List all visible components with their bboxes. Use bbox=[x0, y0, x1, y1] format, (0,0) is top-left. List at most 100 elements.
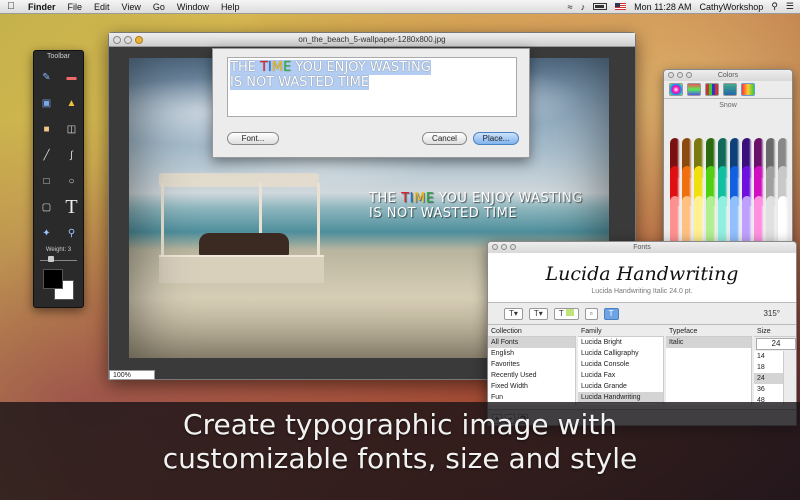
apple-menu-icon[interactable]:  bbox=[0, 1, 22, 12]
line-icon[interactable]: ╱ bbox=[34, 143, 59, 167]
fonts-window: Fonts Lucida Handwriting Lucida Handwrit… bbox=[487, 241, 797, 426]
collection-item[interactable]: Recently Used bbox=[488, 370, 575, 381]
shadow-angle[interactable]: 315° bbox=[763, 309, 796, 318]
curve-icon[interactable]: ∫ bbox=[59, 143, 84, 167]
eraser-icon[interactable]: ▬ bbox=[59, 65, 84, 89]
collection-item[interactable]: Favorites bbox=[488, 359, 575, 370]
crayon[interactable] bbox=[766, 196, 776, 243]
color-sliders-icon[interactable] bbox=[687, 83, 701, 96]
strikethrough-menu-icon[interactable]: T▾ bbox=[528, 307, 548, 320]
menu-window[interactable]: Window bbox=[171, 2, 215, 12]
menu-user[interactable]: CathyWorkshop bbox=[699, 2, 763, 12]
family-item[interactable]: Lucida Calligraphy bbox=[578, 348, 663, 359]
pencil-icon[interactable]: ✎ bbox=[34, 65, 59, 89]
close-button[interactable] bbox=[492, 244, 498, 250]
text-color-icon[interactable]: T bbox=[553, 307, 579, 320]
family-item[interactable]: Lucida Fax bbox=[578, 370, 663, 381]
collection-item[interactable]: All Fonts bbox=[488, 337, 575, 348]
close-button[interactable] bbox=[113, 36, 121, 44]
ellipse-icon[interactable]: ○ bbox=[59, 169, 84, 193]
font-preview-description: Lucida Handwriting Italic 24.0 pt. bbox=[591, 288, 693, 295]
place-button[interactable]: Place... bbox=[473, 132, 519, 145]
shadow-toggle-icon[interactable]: T bbox=[603, 307, 619, 320]
selected-color-name: Snow bbox=[719, 102, 737, 109]
zoom-window-button[interactable] bbox=[510, 244, 516, 250]
crayon[interactable] bbox=[694, 196, 704, 243]
zoom-window-button[interactable] bbox=[686, 72, 692, 78]
font-preview-name: Lucida Handwriting bbox=[545, 263, 739, 285]
size-item[interactable]: 18 bbox=[754, 362, 783, 373]
weight-slider[interactable] bbox=[40, 255, 77, 262]
crayon-box[interactable] bbox=[668, 138, 790, 243]
family-item[interactable]: Lucida Console bbox=[578, 359, 663, 370]
stamp-icon[interactable]: ■ bbox=[34, 117, 59, 141]
typeface-item[interactable]: Italic bbox=[666, 337, 751, 348]
battery-icon[interactable] bbox=[593, 3, 608, 10]
fonts-window-titlebar[interactable]: Fonts bbox=[488, 242, 796, 253]
image-palettes-icon[interactable] bbox=[723, 83, 737, 96]
underline-menu-icon[interactable]: T▾ bbox=[504, 307, 523, 320]
family-item[interactable]: Lucida Bright bbox=[578, 337, 663, 348]
rounded-rect-icon[interactable]: ▢ bbox=[34, 195, 59, 219]
text-entry-field[interactable]: THE TIME YOU ENJOY WASTING IS NOT WASTED… bbox=[227, 57, 517, 117]
crayon[interactable] bbox=[778, 196, 788, 243]
promo-caption: Create typographic image with customizab… bbox=[0, 408, 800, 476]
crayon[interactable] bbox=[718, 196, 728, 243]
wand-icon[interactable]: ✦ bbox=[34, 221, 59, 245]
crayon[interactable] bbox=[754, 196, 764, 243]
menu-bar:  Finder File Edit View Go Window Help ≈… bbox=[0, 0, 800, 14]
input-flag-icon[interactable] bbox=[615, 3, 627, 10]
size-input[interactable]: 24 bbox=[756, 338, 796, 350]
size-item[interactable]: 24 bbox=[754, 373, 783, 384]
menu-help[interactable]: Help bbox=[215, 2, 246, 12]
color-mode-bar bbox=[664, 81, 792, 99]
family-column: Family Lucida Bright Lucida Calligraphy … bbox=[578, 327, 664, 405]
crayon[interactable] bbox=[706, 196, 716, 243]
crayon[interactable] bbox=[670, 196, 680, 243]
menu-go[interactable]: Go bbox=[147, 2, 171, 12]
volume-icon[interactable]: ♪ bbox=[581, 2, 586, 12]
font-preview: Lucida Handwriting Lucida Handwriting It… bbox=[488, 253, 796, 303]
family-item[interactable]: Lucida Grande bbox=[578, 381, 663, 392]
close-button[interactable] bbox=[668, 72, 674, 78]
menu-edit[interactable]: Edit bbox=[88, 2, 116, 12]
bucket-icon[interactable]: ▲ bbox=[59, 91, 84, 115]
family-header: Family bbox=[578, 327, 664, 337]
zoom-window-button[interactable] bbox=[135, 36, 143, 44]
menu-file[interactable]: File bbox=[62, 2, 89, 12]
collection-item[interactable]: Fixed Width bbox=[488, 381, 575, 392]
minimize-button[interactable] bbox=[501, 244, 507, 250]
crayon[interactable] bbox=[742, 196, 752, 243]
trash-icon[interactable]: ◫ bbox=[59, 117, 84, 141]
spotlight-icon[interactable]: ⚲ bbox=[771, 1, 778, 12]
wifi-icon[interactable]: ≈ bbox=[568, 2, 573, 12]
size-item[interactable]: 36 bbox=[754, 384, 783, 395]
caption-line-1: Create typographic image with bbox=[183, 408, 617, 441]
colors-window-titlebar[interactable]: Colors bbox=[664, 70, 792, 81]
zoom-level-field[interactable]: 100% bbox=[109, 370, 155, 380]
color-wheel-icon[interactable] bbox=[669, 83, 683, 96]
font-button[interactable]: Font... bbox=[227, 132, 279, 145]
image-window-titlebar[interactable]: on_the_beach_5-wallpaper-1280x800.jpg bbox=[109, 33, 635, 47]
menu-app-name[interactable]: Finder bbox=[22, 2, 62, 12]
document-color-icon[interactable]: ▫ bbox=[584, 307, 598, 320]
crayon[interactable] bbox=[730, 196, 740, 243]
text-icon[interactable]: T bbox=[59, 195, 84, 219]
color-palettes-icon[interactable] bbox=[705, 83, 719, 96]
minimize-button[interactable] bbox=[124, 36, 132, 44]
size-item[interactable]: 14 bbox=[754, 351, 783, 362]
cancel-button[interactable]: Cancel bbox=[422, 132, 467, 145]
zoom-icon[interactable]: ⚲ bbox=[59, 221, 84, 245]
caption-line-2: customizable fonts, size and style bbox=[162, 442, 638, 475]
crayon[interactable] bbox=[682, 196, 692, 243]
notification-icon[interactable]: ☰ bbox=[786, 1, 794, 12]
crayons-icon[interactable] bbox=[741, 83, 755, 96]
foreground-color-swatch[interactable] bbox=[43, 269, 63, 289]
weight-label: Weight: 3 bbox=[45, 247, 72, 253]
rectangle-icon[interactable]: □ bbox=[34, 169, 59, 193]
menu-clock[interactable]: Mon 11:28 AM bbox=[634, 2, 691, 12]
menu-view[interactable]: View bbox=[116, 2, 147, 12]
layers-icon[interactable]: ▣ bbox=[34, 91, 59, 115]
minimize-button[interactable] bbox=[677, 72, 683, 78]
collection-item[interactable]: English bbox=[488, 348, 575, 359]
